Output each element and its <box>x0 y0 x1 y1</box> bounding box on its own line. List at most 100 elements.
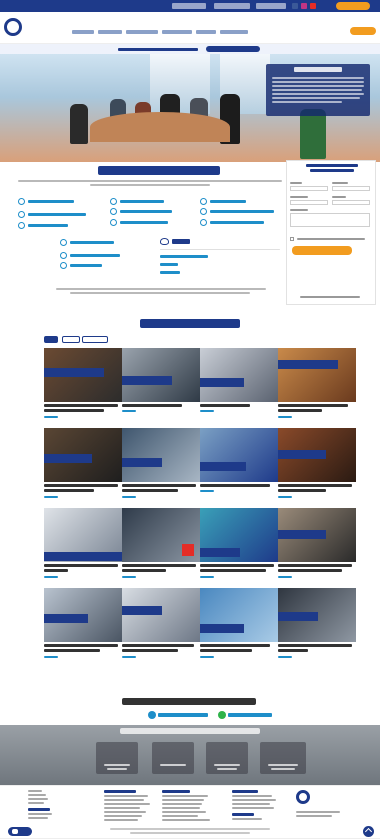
footer-link[interactable] <box>162 811 206 813</box>
image-label-band <box>200 378 244 387</box>
image-label-band <box>200 462 246 471</box>
course-title <box>278 484 352 487</box>
course-more-link[interactable] <box>200 490 214 492</box>
course-more-link[interactable] <box>278 416 292 418</box>
course-more-link[interactable] <box>278 496 292 498</box>
course-title <box>200 484 270 487</box>
image-label-band <box>44 614 88 623</box>
course-link[interactable] <box>110 219 180 226</box>
category-link[interactable] <box>160 261 230 268</box>
course-title <box>44 409 104 412</box>
top-email-link[interactable] <box>172 3 206 9</box>
course-link[interactable] <box>18 198 88 205</box>
contact-whatsapp-link[interactable] <box>228 713 272 717</box>
footer-link[interactable] <box>104 795 148 797</box>
stat-label <box>268 764 298 766</box>
category-link[interactable] <box>160 253 230 260</box>
footer-link[interactable] <box>28 790 42 792</box>
footer-link[interactable] <box>104 811 146 813</box>
course-link[interactable] <box>60 262 130 269</box>
footer-link[interactable] <box>232 807 274 809</box>
course-more-link[interactable] <box>44 656 58 658</box>
form-textarea[interactable] <box>290 213 370 227</box>
footer-link[interactable] <box>28 794 46 796</box>
course-title <box>278 569 342 572</box>
footer-link[interactable] <box>162 803 202 805</box>
course-more-link[interactable] <box>122 656 136 658</box>
footer-column-heading <box>232 790 258 793</box>
scroll-top-button[interactable] <box>363 826 374 837</box>
tab-2[interactable] <box>62 336 80 343</box>
course-title <box>44 649 100 652</box>
course-link[interactable] <box>200 219 280 226</box>
university-logo-icon[interactable] <box>4 18 22 36</box>
course-more-link[interactable] <box>200 576 214 578</box>
course-more-link[interactable] <box>278 656 292 658</box>
category-link[interactable] <box>160 269 230 276</box>
course-link[interactable] <box>18 222 88 229</box>
course-more-link[interactable] <box>44 416 58 418</box>
course-more-link[interactable] <box>44 496 58 498</box>
form-field[interactable] <box>290 200 328 205</box>
course-title <box>200 644 270 647</box>
tab-3[interactable] <box>82 336 108 343</box>
image-label-band <box>122 606 162 615</box>
footer-link[interactable] <box>232 803 270 805</box>
course-link[interactable] <box>60 252 130 259</box>
stat-box <box>152 742 194 774</box>
privacy-checkbox[interactable] <box>290 237 294 241</box>
course-link[interactable] <box>18 211 88 218</box>
contact-email-link[interactable] <box>158 713 208 717</box>
tab-1[interactable] <box>44 336 58 343</box>
course-link[interactable] <box>200 208 280 215</box>
course-link[interactable] <box>110 208 180 215</box>
footer-link[interactable] <box>232 799 276 801</box>
form-field[interactable] <box>290 186 328 191</box>
submit-button[interactable] <box>292 246 352 255</box>
footer-link[interactable] <box>162 815 198 817</box>
nav-item-5[interactable] <box>196 30 216 34</box>
nav-item-3[interactable] <box>126 30 158 34</box>
chat-button[interactable] <box>8 827 32 836</box>
youtube-icon[interactable] <box>310 3 316 9</box>
course-title <box>200 564 274 567</box>
footer-link[interactable] <box>104 799 144 801</box>
footer-link[interactable] <box>104 803 150 805</box>
footer-link[interactable] <box>28 802 44 804</box>
nav-item-1[interactable] <box>72 30 94 34</box>
nav-item-4[interactable] <box>162 30 192 34</box>
footer-link[interactable] <box>28 817 48 819</box>
course-image <box>122 348 200 402</box>
footer-link[interactable] <box>28 798 48 800</box>
course-more-link[interactable] <box>122 576 136 578</box>
arrow-up-icon <box>364 827 373 836</box>
footer-link[interactable] <box>104 819 138 821</box>
footer-link[interactable] <box>232 818 262 820</box>
footer-link[interactable] <box>232 795 272 797</box>
footer-link[interactable] <box>162 799 204 801</box>
top-cta-button[interactable] <box>336 2 370 10</box>
footer-link[interactable] <box>162 795 208 797</box>
footer-link[interactable] <box>162 807 200 809</box>
instagram-icon[interactable] <box>301 3 307 9</box>
nav-item-2[interactable] <box>98 30 122 34</box>
course-link[interactable] <box>60 239 130 246</box>
header-cta-button[interactable] <box>350 27 376 35</box>
course-more-link[interactable] <box>44 576 58 578</box>
footer-link[interactable] <box>104 807 140 809</box>
nav-item-6[interactable] <box>220 30 248 34</box>
course-link[interactable] <box>110 198 180 205</box>
course-link[interactable] <box>200 198 280 205</box>
footer-link[interactable] <box>162 819 210 821</box>
facebook-icon[interactable] <box>292 3 298 9</box>
footer-link[interactable] <box>28 813 52 815</box>
footer-link[interactable] <box>104 815 142 817</box>
course-more-link[interactable] <box>122 496 136 498</box>
strip-button[interactable] <box>206 46 260 52</box>
form-field[interactable] <box>332 186 370 191</box>
course-more-link[interactable] <box>122 410 136 412</box>
course-more-link[interactable] <box>200 656 214 658</box>
course-more-link[interactable] <box>200 410 214 412</box>
form-field[interactable] <box>332 200 370 205</box>
course-more-link[interactable] <box>278 576 292 578</box>
